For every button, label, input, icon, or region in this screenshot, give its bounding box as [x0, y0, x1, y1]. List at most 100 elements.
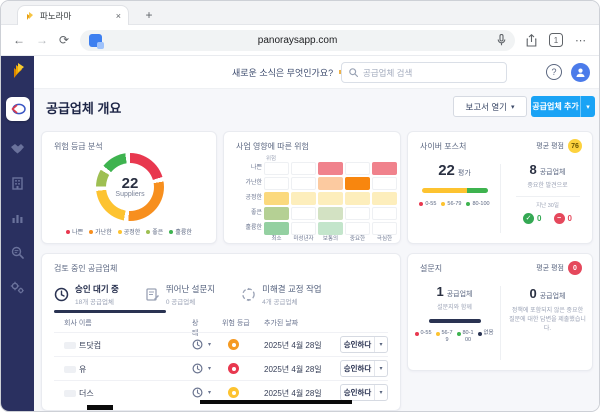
heatmap-col-label: 중요한	[345, 236, 370, 242]
last-30-days-counts: ✓0 −0	[501, 213, 593, 224]
tab-open-remediation[interactable]: 미해결 교정 작업4개 공급업체	[241, 278, 321, 310]
favicon-panorays-icon	[25, 11, 35, 21]
open-report-button[interactable]: 보고서 열기 ▾	[453, 96, 527, 117]
sidebar-item-suppliers[interactable]	[11, 177, 24, 190]
table-header: 회사 이름 상태 ↓ 위험 등급 추가된 날짜	[54, 318, 388, 332]
status-cell[interactable]: ▾	[192, 339, 211, 350]
sidebar-item-overview[interactable]	[6, 97, 30, 121]
heatmap-cell	[318, 222, 343, 235]
heatmap-cell	[318, 177, 343, 190]
heatmap-cell	[318, 162, 343, 175]
tab-label: 미해결 교정 작업	[262, 283, 321, 295]
average-rating: 평균 평점 0	[536, 261, 582, 275]
questionnaire-icon	[145, 287, 160, 302]
status-cell[interactable]: ▾	[192, 363, 211, 374]
bar-segment	[467, 188, 488, 193]
back-icon[interactable]: ←	[13, 34, 25, 46]
legend-item: 좋은	[146, 227, 163, 236]
new-tab-button[interactable]: +	[141, 7, 157, 23]
impact-heatmap-panel: 사업 영향에 따른 위험 위험 영향 나쁜가난한공정한좋은훌륭한 최소미성년자보…	[223, 131, 401, 244]
heatmap-cell	[264, 192, 289, 205]
browser-tab[interactable]: 파노라마 ×	[17, 5, 129, 25]
reload-icon[interactable]: ⟳	[59, 34, 69, 46]
approve-caret[interactable]: ▾	[374, 361, 387, 376]
redacted-text	[64, 342, 76, 349]
overview-icon	[10, 102, 26, 116]
approve-label: 승인하다	[341, 337, 374, 352]
supplier-search[interactable]	[341, 62, 507, 83]
questionnaires-panel: 설문지 평균 평점 0 1공급업체 설문지와 함께 0-55 56-79 80-…	[407, 253, 593, 371]
heatmap-cell	[372, 192, 397, 205]
legend-dot	[457, 332, 461, 336]
chevron-down-icon[interactable]: ▾	[208, 389, 211, 396]
risk-rating-badge	[228, 339, 239, 350]
heatmap-col-label: 극심한	[372, 236, 397, 242]
legend-item: 80-100	[457, 330, 474, 343]
assessments-count: 22	[438, 162, 455, 179]
heatmap-grid	[264, 162, 397, 235]
tab-outstanding-questionnaires[interactable]: 뛰어난 설문지0 공급업체	[145, 278, 215, 310]
add-supplier-button[interactable]: 공급업체 추가 ▾	[531, 96, 595, 117]
sidebar-item-engagements[interactable]	[10, 143, 25, 155]
table-row[interactable]: 트닷컴 ▾ 2025년 4월 28일 승인하다▾	[54, 332, 388, 356]
sidebar-item-assessments[interactable]	[11, 246, 24, 259]
date-added-cell: 2025년 4월 28일	[264, 340, 322, 351]
legend-item: 없음	[478, 330, 495, 343]
date-added-cell: 2025년 4월 28일	[264, 364, 322, 375]
approve-caret[interactable]: ▾	[374, 337, 387, 352]
user-avatar[interactable]	[571, 63, 590, 82]
col-company-name: 회사 이름	[64, 318, 92, 328]
questionnaires-title: 설문지	[420, 263, 442, 274]
legend-label: 0-55	[425, 201, 436, 207]
share-icon[interactable]	[526, 34, 537, 47]
add-supplier-label: 공급업체 추가	[531, 96, 580, 117]
chevron-down-icon[interactable]: ▾	[208, 365, 211, 372]
tab-close-icon[interactable]: ×	[116, 11, 121, 21]
approve-button[interactable]: 승인하다▾	[340, 360, 388, 377]
url-bar[interactable]: panoraysapp.com	[80, 30, 515, 51]
with-questionnaire-subtitle: 설문지와 함께	[408, 302, 501, 311]
critical-suppliers-count: 0	[530, 286, 537, 301]
legend-item: 나쁜	[66, 227, 83, 236]
heatmap-col-label: 미성년자	[291, 236, 316, 242]
whats-new-link[interactable]: 새로운 소식은 무엇인가요?	[232, 56, 351, 89]
approve-button[interactable]: 승인하다▾	[340, 336, 388, 353]
legend-item: 56-79	[441, 201, 461, 207]
add-supplier-caret[interactable]: ▾	[580, 96, 595, 117]
chevron-down-icon[interactable]: ▾	[208, 341, 211, 348]
sidebar-item-settings[interactable]	[10, 281, 25, 294]
tab-count-button[interactable]: 1	[549, 33, 563, 47]
approve-button[interactable]: 승인하다▾	[340, 384, 388, 401]
heatmap-cell	[345, 222, 370, 235]
resolved-count-value: 0	[537, 214, 541, 223]
tab-pending-approval[interactable]: 승인 대기 중18개 공급업체	[54, 278, 119, 310]
legend-label: 80-100	[472, 201, 489, 207]
table-row[interactable]: 유 ▾ 2025년 4월 28일 승인하다▾	[54, 356, 388, 380]
heatmap-cell	[264, 222, 289, 235]
review-tabs: 승인 대기 중18개 공급업체 뛰어난 설문지0 공급업체 미해결 교정 작업4…	[54, 278, 388, 310]
pending-clock-icon	[192, 339, 203, 350]
sort-desc-icon[interactable]: ↓	[192, 318, 196, 325]
donut-label: Suppliers	[115, 191, 144, 198]
date-added-cell: 2025년 4월 28일	[264, 388, 322, 399]
average-rating-badge: 0	[568, 261, 582, 275]
microphone-icon[interactable]	[497, 34, 506, 46]
legend-label: 공정한	[124, 227, 141, 236]
status-cell[interactable]: ▾	[192, 387, 211, 398]
minus-circle-icon: −	[554, 213, 565, 224]
assessments-label: 평가	[458, 168, 471, 178]
sidebar-item-reports[interactable]	[11, 212, 24, 224]
browser-menu-icon[interactable]: ⋯	[575, 34, 587, 47]
forward-icon[interactable]: →	[36, 34, 48, 46]
legend-label: 좋은	[152, 227, 163, 236]
heatmap-row-labels: 나쁜가난한공정한좋은훌륭한	[226, 162, 262, 237]
heatmap-cell	[264, 207, 289, 220]
search-input[interactable]	[363, 68, 499, 78]
heatmap-col-label: 최소	[264, 236, 289, 242]
critical-suppliers-label: 공급업체	[540, 291, 566, 301]
clock-icon	[54, 287, 69, 302]
help-button[interactable]: ?	[546, 64, 562, 80]
redaction-bar	[200, 400, 352, 404]
open-report-label: 보고서 열기	[466, 101, 507, 113]
approve-caret[interactable]: ▾	[374, 385, 387, 400]
